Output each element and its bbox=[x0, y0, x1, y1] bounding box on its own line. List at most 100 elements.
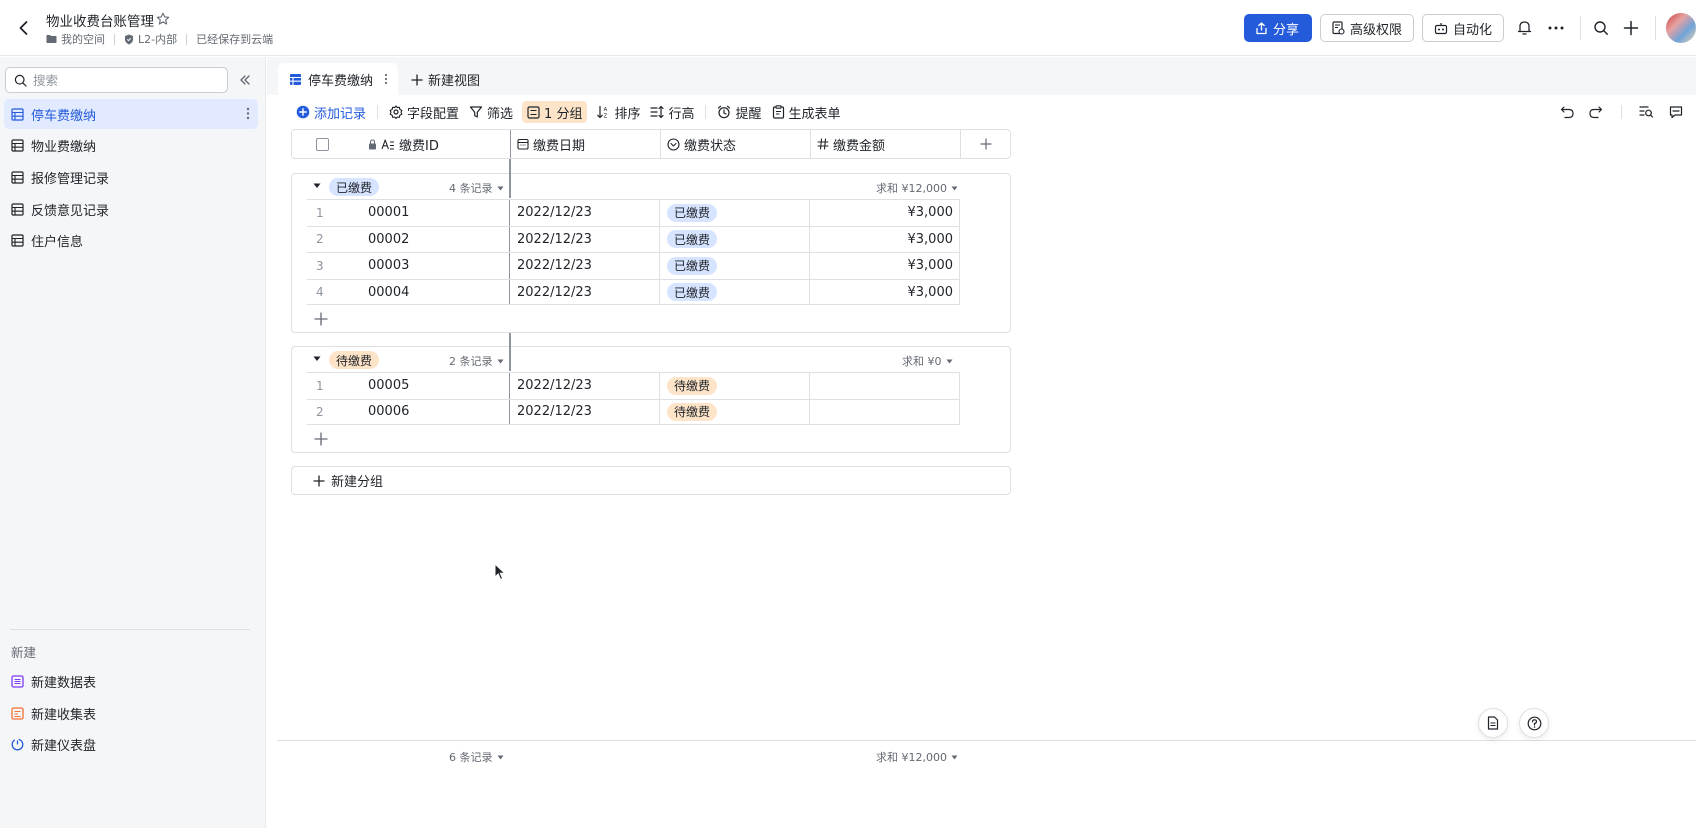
cell-date[interactable]: 2022/12/23 bbox=[510, 253, 660, 279]
column-header-status[interactable]: 缴费状态 bbox=[661, 130, 811, 158]
total-sum[interactable]: 求和 ¥12,000 bbox=[876, 749, 958, 765]
group-icon bbox=[527, 105, 540, 119]
dashboard-icon bbox=[11, 738, 24, 751]
collapse-sidebar-icon[interactable] bbox=[236, 71, 254, 89]
sidebar-item-label: 住户信息 bbox=[31, 235, 84, 251]
table-row[interactable]: 4 00004 2022/12/23 已缴费 ¥3,000 bbox=[307, 278, 960, 306]
filter-button[interactable]: 筛选 bbox=[464, 101, 518, 123]
cell-status[interactable]: 待缴费 bbox=[660, 373, 810, 399]
generate-form-button[interactable]: 生成表单 bbox=[767, 101, 846, 123]
back-arrow-icon[interactable] bbox=[14, 18, 34, 38]
grid-table-icon bbox=[11, 202, 24, 216]
cell-amount[interactable] bbox=[810, 373, 960, 399]
column-header-date[interactable]: 缴费日期 bbox=[511, 130, 661, 158]
cell-status[interactable]: 已缴费 bbox=[660, 279, 810, 305]
cell-status[interactable]: 待缴费 bbox=[660, 399, 810, 425]
total-record-count[interactable]: 6 条记录 bbox=[449, 749, 504, 765]
new-data-table-button[interactable]: 新建数据表 bbox=[0, 666, 266, 698]
frozen-column-divider bbox=[509, 173, 511, 198]
cell-id[interactable]: 00005 bbox=[359, 373, 510, 399]
caret-down-icon[interactable] bbox=[313, 183, 321, 189]
group-label: 1 分组 bbox=[544, 106, 583, 122]
cell-amount[interactable] bbox=[810, 399, 960, 425]
group-record-count[interactable]: 2 条记录 bbox=[449, 353, 504, 369]
cell-date[interactable]: 2022/12/23 bbox=[510, 200, 660, 226]
new-item-label: 新建收集表 bbox=[31, 707, 97, 723]
cell-amount[interactable]: ¥3,000 bbox=[810, 279, 960, 305]
security-info[interactable]: L2-内部 bbox=[124, 31, 177, 47]
comment-icon[interactable] bbox=[1662, 98, 1690, 126]
tab-parking-fee[interactable]: 停车费缴纳 bbox=[278, 63, 398, 95]
more-vertical-icon[interactable] bbox=[384, 73, 388, 85]
new-group-label: 新建分组 bbox=[331, 475, 384, 490]
cell-amount[interactable]: ¥3,000 bbox=[810, 200, 960, 226]
new-form-button[interactable]: 新建收集表 bbox=[0, 698, 266, 730]
sidebar-item-resident-info[interactable]: 住户信息 bbox=[4, 226, 258, 256]
cell-date[interactable]: 2022/12/23 bbox=[510, 399, 660, 425]
more-options-icon[interactable] bbox=[1542, 14, 1570, 42]
table-row[interactable]: 3 00003 2022/12/23 已缴费 ¥3,000 bbox=[307, 252, 960, 279]
field-config-button[interactable]: 字段配置 bbox=[384, 101, 464, 123]
number-hash-icon bbox=[817, 138, 829, 150]
new-dashboard-button[interactable]: 新建仪表盘 bbox=[0, 729, 266, 761]
lock-icon bbox=[369, 138, 376, 149]
new-view-button[interactable]: 新建视图 bbox=[411, 70, 480, 89]
select-all-checkbox[interactable] bbox=[316, 137, 329, 151]
new-group-button[interactable]: 新建分组 bbox=[291, 466, 1011, 495]
location-info[interactable]: 我的空间 bbox=[46, 31, 105, 47]
cell-status[interactable]: 已缴费 bbox=[660, 226, 810, 253]
reminder-button[interactable]: 提醒 bbox=[712, 101, 766, 123]
advanced-permission-button[interactable]: 高级权限 bbox=[1319, 14, 1414, 42]
add-column-button[interactable] bbox=[961, 130, 1010, 158]
column-header-id[interactable]: 缴费ID bbox=[353, 130, 511, 158]
table-row[interactable]: 1 00001 2022/12/23 已缴费 ¥3,000 bbox=[307, 199, 960, 226]
cell-status[interactable]: 已缴费 bbox=[660, 200, 810, 226]
cell-id[interactable]: 00002 bbox=[359, 226, 510, 253]
plus-icon[interactable] bbox=[1617, 14, 1645, 42]
sidebar-item-property-fee[interactable]: 物业费缴纳 bbox=[4, 131, 258, 161]
cell-date[interactable]: 2022/12/23 bbox=[510, 279, 660, 305]
share-button[interactable]: 分享 bbox=[1243, 14, 1312, 42]
document-icon[interactable] bbox=[1478, 708, 1508, 738]
cell-status[interactable]: 已缴费 bbox=[660, 253, 810, 279]
table-row[interactable]: 1 00005 2022/12/23 待缴费 bbox=[307, 372, 960, 399]
cell-amount[interactable]: ¥3,000 bbox=[810, 253, 960, 279]
notification-bell-icon[interactable] bbox=[1510, 14, 1538, 42]
automation-button[interactable]: 自动化 bbox=[1421, 14, 1504, 42]
permission-label: 高级权限 bbox=[1349, 22, 1402, 38]
table-row[interactable]: 2 00002 2022/12/23 已缴费 ¥3,000 bbox=[307, 225, 960, 253]
sidebar-item-parking-fee[interactable]: 停车费缴纳 bbox=[4, 99, 258, 129]
redo-icon[interactable] bbox=[1581, 98, 1609, 126]
undo-icon[interactable] bbox=[1553, 98, 1581, 126]
search-records-icon[interactable] bbox=[1632, 98, 1660, 126]
cell-amount[interactable]: ¥3,000 bbox=[810, 226, 960, 253]
search-input[interactable] bbox=[33, 72, 213, 88]
group-record-count[interactable]: 4 条记录 bbox=[449, 180, 504, 196]
more-vertical-icon[interactable] bbox=[246, 107, 250, 120]
star-icon[interactable] bbox=[156, 12, 170, 26]
sidebar-search[interactable] bbox=[5, 67, 228, 93]
cell-date[interactable]: 2022/12/23 bbox=[510, 226, 660, 253]
cell-id[interactable]: 00006 bbox=[359, 399, 510, 425]
add-row-plus-icon[interactable] bbox=[312, 310, 330, 328]
group-button[interactable]: 1 分组 bbox=[522, 101, 588, 123]
cell-id[interactable]: 00003 bbox=[359, 253, 510, 279]
sidebar-item-feedback-records[interactable]: 反馈意见记录 bbox=[4, 194, 258, 224]
add-row-plus-icon[interactable] bbox=[312, 430, 330, 448]
group-sum[interactable]: 求和 ¥12,000 bbox=[876, 180, 958, 196]
search-icon[interactable] bbox=[1587, 14, 1615, 42]
group-count-label: 4 条记录 bbox=[449, 182, 493, 195]
sidebar-item-repair-records[interactable]: 报修管理记录 bbox=[4, 162, 258, 192]
cell-id[interactable]: 00001 bbox=[359, 200, 510, 226]
add-record-button[interactable]: 添加记录 bbox=[291, 101, 371, 123]
sort-button[interactable]: AZ 排序 bbox=[591, 101, 645, 123]
column-header-amount[interactable]: 缴费金额 bbox=[811, 130, 961, 158]
cell-id[interactable]: 00004 bbox=[359, 279, 510, 305]
row-height-button[interactable]: 行高 bbox=[645, 101, 699, 123]
cell-date[interactable]: 2022/12/23 bbox=[510, 373, 660, 399]
caret-down-icon[interactable] bbox=[313, 356, 321, 362]
user-avatar[interactable] bbox=[1666, 13, 1696, 43]
help-icon[interactable] bbox=[1519, 708, 1549, 738]
table-row[interactable]: 2 00006 2022/12/23 待缴费 bbox=[307, 398, 960, 426]
group-sum[interactable]: 求和 ¥0 bbox=[902, 353, 953, 369]
